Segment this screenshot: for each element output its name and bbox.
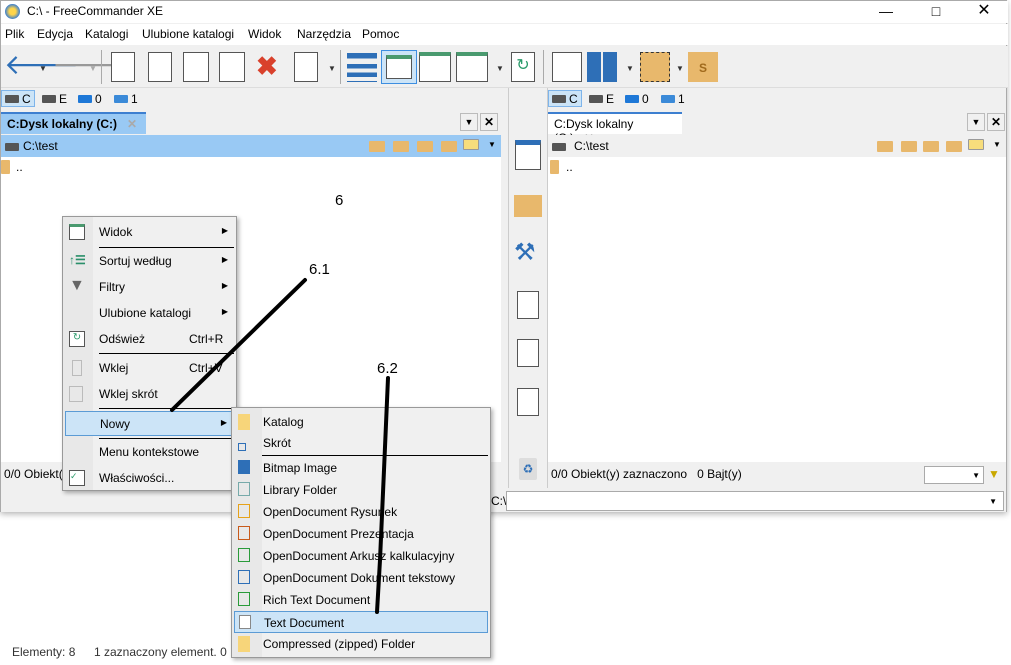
- annotation-line-6-2: [375, 376, 390, 614]
- annotation-lines: [170, 278, 390, 614]
- annotation-6-2: 6.2: [377, 360, 398, 377]
- annotation-line-6-1: [170, 278, 307, 412]
- annotation-6-1: 6.1: [309, 261, 330, 278]
- annotation-6: 6: [335, 192, 344, 209]
